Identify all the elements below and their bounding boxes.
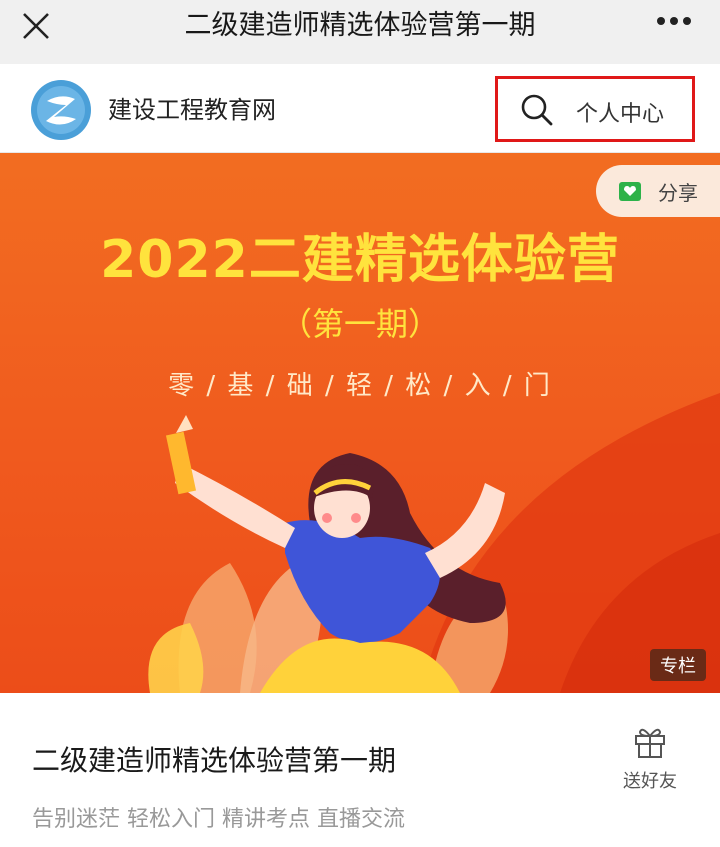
- column-badge: 专栏: [650, 649, 706, 681]
- more-icon[interactable]: [656, 16, 692, 26]
- banner-headline: 2022二建精选体验营: [100, 230, 620, 290]
- search-personal-center[interactable]: 个人中心: [495, 76, 695, 142]
- search-icon[interactable]: [520, 93, 554, 127]
- title-bar: 二级建造师精选体验营第一期: [0, 0, 720, 64]
- course-info: 二级建造师精选体验营第一期 告别迷茫 轻松入门 精讲考点 直播交流 送好友: [0, 693, 720, 847]
- share-label: 分享: [658, 181, 698, 205]
- personal-center-link[interactable]: 个人中心: [576, 96, 664, 128]
- share-icon: [619, 182, 641, 201]
- gift-icon: [635, 728, 665, 758]
- logo[interactable]: [30, 79, 92, 141]
- share-button[interactable]: 分享: [596, 165, 720, 217]
- site-name: 建设工程教育网: [108, 96, 276, 124]
- banner-period: （第一期）: [279, 305, 440, 343]
- send-to-friend-label: 送好友: [623, 771, 677, 792]
- page-title: 二级建造师精选体验营第一期: [184, 10, 536, 41]
- banner-slogan: 零 / 基 / 础 / 轻 / 松 / 入 / 门: [168, 371, 552, 401]
- course-title: 二级建造师精选体验营第一期: [32, 744, 397, 777]
- site-header: 建设工程教育网 个人中心: [0, 64, 720, 153]
- close-icon[interactable]: [20, 10, 52, 42]
- send-to-friend-button[interactable]: 送好友: [612, 723, 688, 793]
- course-banner: 分享 2022二建精选体验营 （第一期） 零 / 基 / 础 / 轻 / 松 /…: [0, 153, 720, 693]
- course-subtitle: 告别迷茫 轻松入门 精讲考点 直播交流: [32, 807, 405, 832]
